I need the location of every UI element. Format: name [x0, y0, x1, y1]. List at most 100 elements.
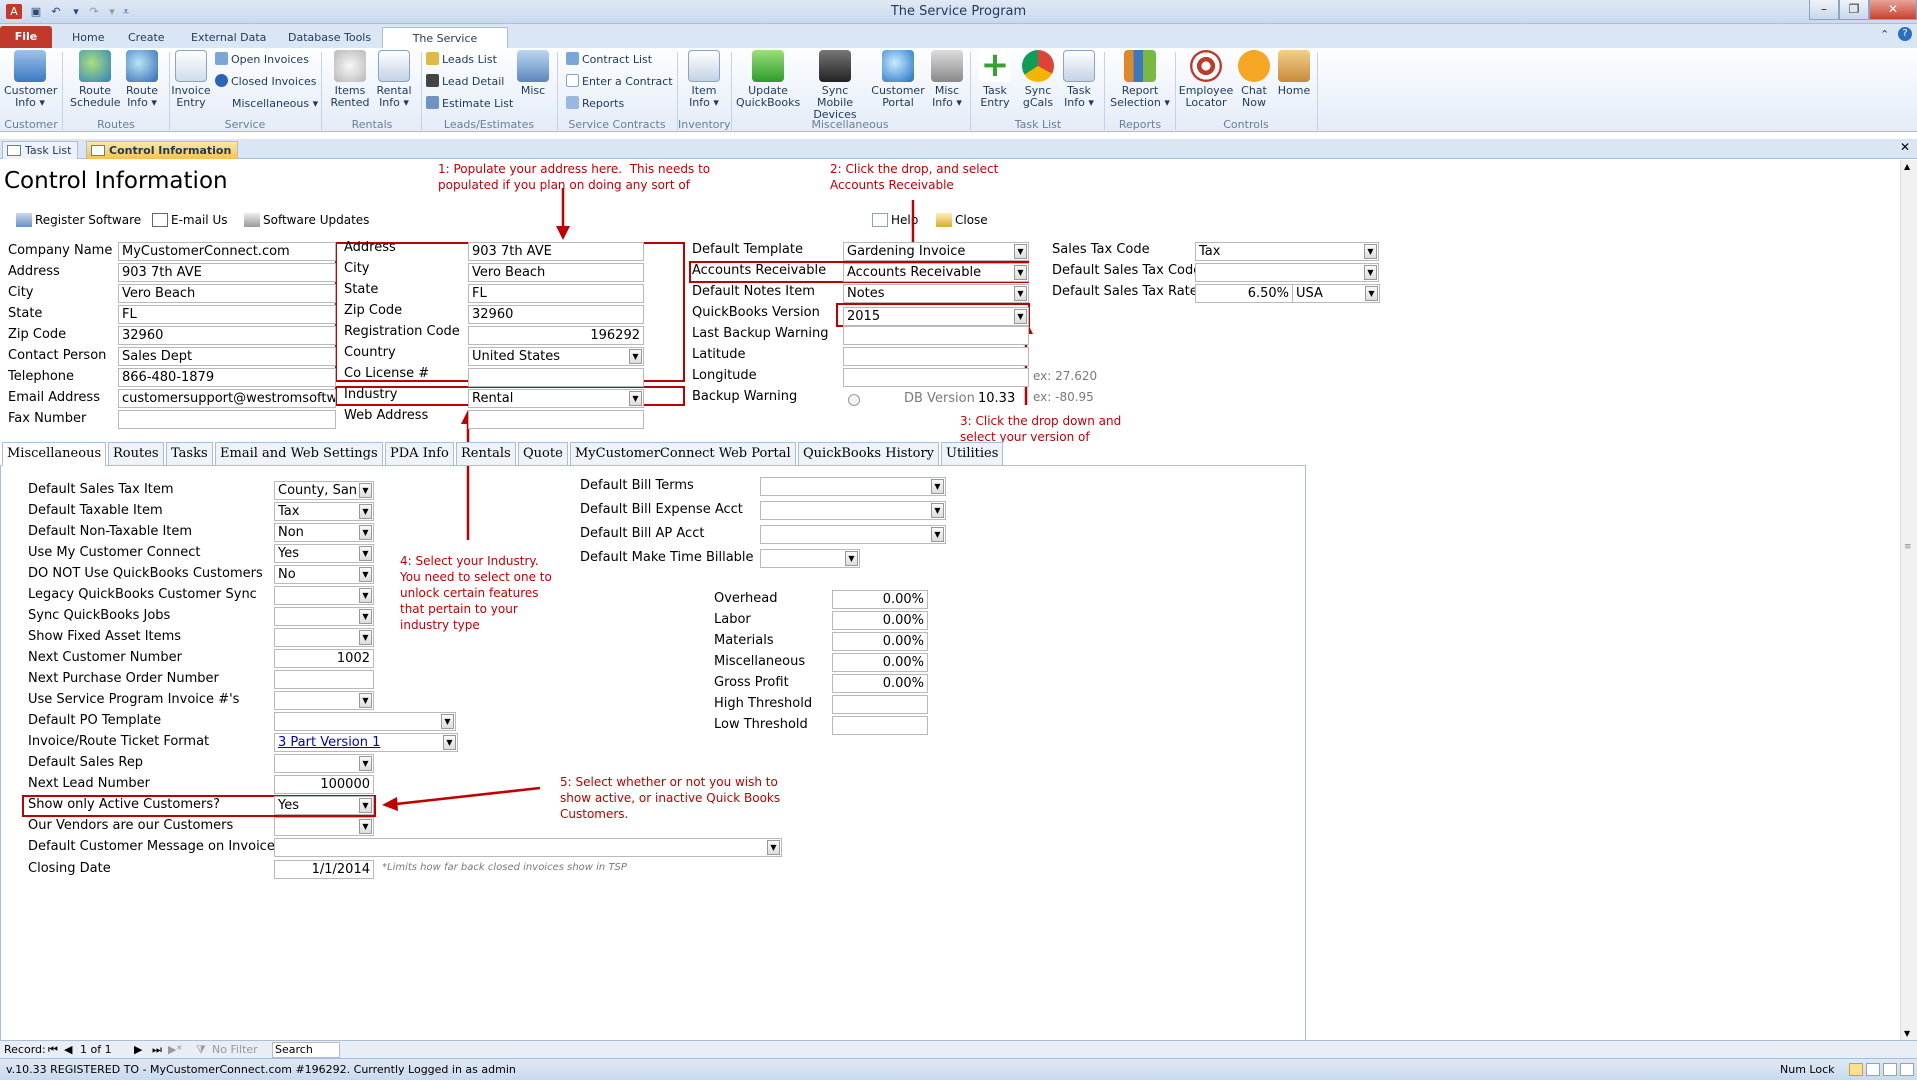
field-reg-web-address[interactable]	[468, 410, 644, 429]
sub-tab-email-and-web-settings[interactable]: Email and Web Settings	[215, 442, 383, 466]
field-default-bill-terms[interactable]: ▼	[760, 477, 946, 496]
last-record-icon[interactable]: ⏭	[152, 1041, 162, 1059]
field-reg-country[interactable]: United States ▼	[468, 347, 644, 366]
field-cost-gross-profit[interactable]: 0.00%	[832, 674, 928, 693]
field-cost-materials[interactable]: 0.00%	[832, 632, 928, 651]
dropdown-arrow-icon[interactable]: ▼	[359, 609, 372, 624]
scroll-down-icon[interactable]: ▼	[1904, 1029, 1910, 1038]
field-our-vendors-are-our-customers[interactable]: ▼	[274, 817, 374, 836]
field-default-po-template[interactable]: ▼	[274, 712, 456, 731]
dropdown-arrow-icon[interactable]: ▼	[359, 546, 372, 561]
field-default-bill-ap-acct[interactable]: ▼	[760, 525, 946, 544]
dropdown-arrow-icon[interactable]: ▼	[1014, 286, 1027, 301]
field-default-bill-expense-acct[interactable]: ▼	[760, 501, 946, 520]
field-show-only-active-customers[interactable]: Yes ▼	[274, 796, 374, 815]
field-default-template[interactable]: Gardening Invoice ▼	[843, 242, 1029, 261]
sub-tab-utilities[interactable]: Utilities	[941, 442, 1004, 466]
scroll-up-icon[interactable]: ▲	[1904, 162, 1910, 171]
field-last-backup-warning[interactable]	[843, 326, 1029, 345]
field-cost-labor[interactable]: 0.00%	[832, 611, 928, 630]
field-default-sales-tax-code[interactable]: ▼	[1195, 263, 1379, 282]
field-address[interactable]: 903 7th AVE	[118, 263, 336, 282]
field-tax-country[interactable]: USA ▼	[1292, 284, 1380, 303]
field-next-lead-number[interactable]: 100000	[274, 775, 374, 794]
field-closing-date[interactable]: 1/1/2014	[274, 860, 374, 879]
field-reg-co-license[interactable]	[468, 368, 644, 387]
field-default-sales-tax-item[interactable]: County, San T ▼	[274, 481, 374, 500]
field-cost-overhead[interactable]: 0.00%	[832, 590, 928, 609]
dropdown-arrow-icon[interactable]: ▼	[1014, 309, 1027, 324]
dropdown-arrow-icon[interactable]: ▼	[845, 551, 858, 566]
field-next-purchase-order-number[interactable]	[274, 670, 374, 689]
field-legacy-quickbooks-customer-sync[interactable]: ▼	[274, 586, 374, 605]
field-state[interactable]: FL	[118, 305, 336, 324]
search-box[interactable]: Search	[272, 1042, 340, 1058]
dropdown-arrow-icon[interactable]: ▼	[629, 349, 642, 364]
field-fax-number[interactable]	[118, 410, 336, 429]
datasheet-view-icon[interactable]	[1866, 1063, 1880, 1076]
dropdown-arrow-icon[interactable]: ▼	[931, 527, 944, 542]
sub-tab-pda-info[interactable]: PDA Info	[385, 442, 454, 466]
dropdown-arrow-icon[interactable]: ▼	[359, 819, 372, 834]
first-record-icon[interactable]: ⏮	[48, 1041, 58, 1059]
field-use-service-program-invoice-s[interactable]: ▼	[274, 691, 374, 710]
dropdown-arrow-icon[interactable]: ▼	[359, 693, 372, 708]
field-invoice-route-ticket-format[interactable]: 3 Part Version 1 ▼	[274, 733, 458, 752]
dropdown-arrow-icon[interactable]: ▼	[1364, 265, 1377, 280]
field-default-customer-message-on-invoice[interactable]: ▼	[274, 838, 782, 857]
dropdown-arrow-icon[interactable]: ▼	[359, 588, 372, 603]
field-reg-zip-code[interactable]: 32960	[468, 305, 644, 324]
vertical-scrollbar[interactable]: ▲ ≡ ▼	[1900, 160, 1917, 1040]
form-view-icon[interactable]	[1849, 1063, 1863, 1076]
field-zip-code[interactable]: 32960	[118, 326, 336, 345]
field-reg-city[interactable]: Vero Beach	[468, 263, 644, 282]
dropdown-arrow-icon[interactable]: ▼	[359, 567, 372, 582]
sub-tab-quickbooks-history[interactable]: QuickBooks History	[798, 442, 940, 466]
field-cost-miscellaneous[interactable]: 0.00%	[832, 653, 928, 672]
field-default-notes-item[interactable]: Notes ▼	[843, 284, 1029, 303]
field-sales-tax-rate[interactable]: 6.50%	[1195, 284, 1293, 303]
sub-tab-quote[interactable]: Quote	[518, 442, 568, 466]
sub-tab-mycustomerconnect-web-portal[interactable]: MyCustomerConnect Web Portal	[570, 442, 796, 466]
sub-tab-tasks[interactable]: Tasks	[166, 442, 213, 466]
field-city[interactable]: Vero Beach	[118, 284, 336, 303]
sub-tab-routes[interactable]: Routes	[108, 442, 164, 466]
new-record-icon[interactable]: ▶*	[168, 1041, 182, 1059]
field-do-not-use-quickbooks-customers[interactable]: No ▼	[274, 565, 374, 584]
dropdown-arrow-icon[interactable]: ▼	[359, 630, 372, 645]
field-sales-tax-code[interactable]: Tax ▼	[1195, 242, 1379, 261]
field-show-fixed-asset-items[interactable]: ▼	[274, 628, 374, 647]
field-email-address[interactable]: customersupport@westromsoftware	[118, 389, 336, 408]
field-longitude[interactable]	[843, 368, 1029, 387]
field-cost-low-threshold[interactable]	[832, 716, 928, 735]
dropdown-arrow-icon[interactable]: ▼	[1364, 244, 1377, 259]
dropdown-arrow-icon[interactable]: ▼	[441, 714, 454, 729]
field-latitude[interactable]	[843, 347, 1029, 366]
record-position[interactable]: 1 of 1	[80, 1041, 112, 1059]
field-quickbooks-version[interactable]: 2015 ▼	[843, 307, 1029, 326]
next-record-icon[interactable]: ▶	[134, 1041, 142, 1059]
dropdown-arrow-icon[interactable]: ▼	[443, 735, 456, 750]
dropdown-arrow-icon[interactable]: ▼	[359, 483, 372, 498]
field-use-my-customer-connect[interactable]: Yes ▼	[274, 544, 374, 563]
field-telephone[interactable]: 866-480-1879	[118, 368, 336, 387]
field-contact-person[interactable]: Sales Dept	[118, 347, 336, 366]
field-default-taxable-item[interactable]: Tax ▼	[274, 502, 374, 521]
design-view-icon[interactable]	[1900, 1063, 1914, 1076]
field-next-customer-number[interactable]: 1002	[274, 649, 374, 668]
dropdown-arrow-icon[interactable]: ▼	[359, 756, 372, 771]
sub-tab-rentals[interactable]: Rentals	[456, 442, 516, 466]
field-cost-high-threshold[interactable]	[832, 695, 928, 714]
field-accounts-receivable[interactable]: Accounts Receivable ▼	[843, 263, 1029, 282]
field-sync-quickbooks-jobs[interactable]: ▼	[274, 607, 374, 626]
dropdown-arrow-icon[interactable]: ▼	[629, 391, 642, 406]
no-filter-indicator[interactable]: No Filter	[212, 1041, 258, 1059]
field-invoice-route-ticket-format-link[interactable]: 3 Part Version 1	[278, 735, 380, 750]
prev-record-icon[interactable]: ◀	[64, 1041, 72, 1059]
dropdown-arrow-icon[interactable]: ▼	[1014, 244, 1027, 259]
scroll-thumb-icon[interactable]: ≡	[1904, 542, 1912, 552]
dropdown-arrow-icon[interactable]: ▼	[359, 504, 372, 519]
dropdown-arrow-icon[interactable]: ▼	[1014, 265, 1027, 280]
dropdown-arrow-icon[interactable]: ▼	[931, 503, 944, 518]
field-default-sales-rep[interactable]: ▼	[274, 754, 374, 773]
